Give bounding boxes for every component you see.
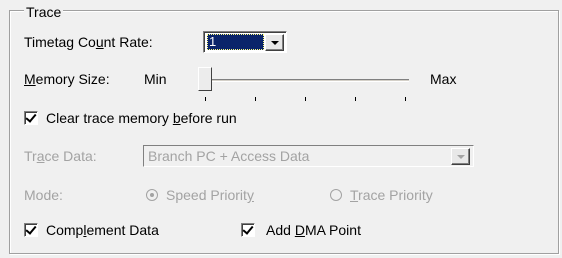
speed-priority-label[interactable]: Speed Priority xyxy=(166,186,254,204)
add-dma-point-label[interactable]: Add DMA Point xyxy=(266,221,361,239)
memory-size-label: Memory Size: xyxy=(24,71,110,87)
memory-min-label: Min xyxy=(144,71,167,87)
speed-priority-radio[interactable] xyxy=(146,189,158,201)
trace-data-value: Branch PC + Access Data xyxy=(148,148,310,164)
complement-data-label[interactable]: Complement Data xyxy=(46,221,159,239)
slider-tick xyxy=(355,97,356,101)
slider-tick xyxy=(255,97,256,101)
trace-priority-radio[interactable] xyxy=(330,189,342,201)
slider-tick xyxy=(305,97,306,101)
memory-size-slider-track[interactable] xyxy=(207,79,409,82)
timetag-dropdown-button[interactable] xyxy=(265,34,284,51)
mode-label: Mode: xyxy=(24,187,63,203)
trace-priority-label[interactable]: Trace Priority xyxy=(350,186,433,204)
add-dma-point-checkbox[interactable] xyxy=(241,223,255,237)
timetag-count-rate-value: 1 xyxy=(207,34,264,50)
slider-tick xyxy=(205,97,206,101)
clear-trace-memory-label[interactable]: Clear trace memory before run xyxy=(46,109,237,127)
trace-data-combobox[interactable]: Branch PC + Access Data xyxy=(143,145,474,167)
memory-max-label: Max xyxy=(430,71,457,87)
trace-data-dropdown-button[interactable] xyxy=(451,148,470,165)
chevron-down-icon xyxy=(457,155,465,159)
memory-size-slider-thumb[interactable] xyxy=(198,67,212,91)
complement-data-checkbox[interactable] xyxy=(24,223,38,237)
clear-trace-memory-checkbox[interactable] xyxy=(24,111,38,125)
slider-tick xyxy=(405,97,406,101)
timetag-count-rate-label: Timetag Count Rate: xyxy=(24,34,153,50)
trace-data-label: Trace Data: xyxy=(24,148,97,164)
timetag-count-rate-combobox[interactable]: 1 xyxy=(203,31,287,53)
trace-group-title: Trace xyxy=(24,3,64,21)
chevron-down-icon xyxy=(271,41,279,45)
